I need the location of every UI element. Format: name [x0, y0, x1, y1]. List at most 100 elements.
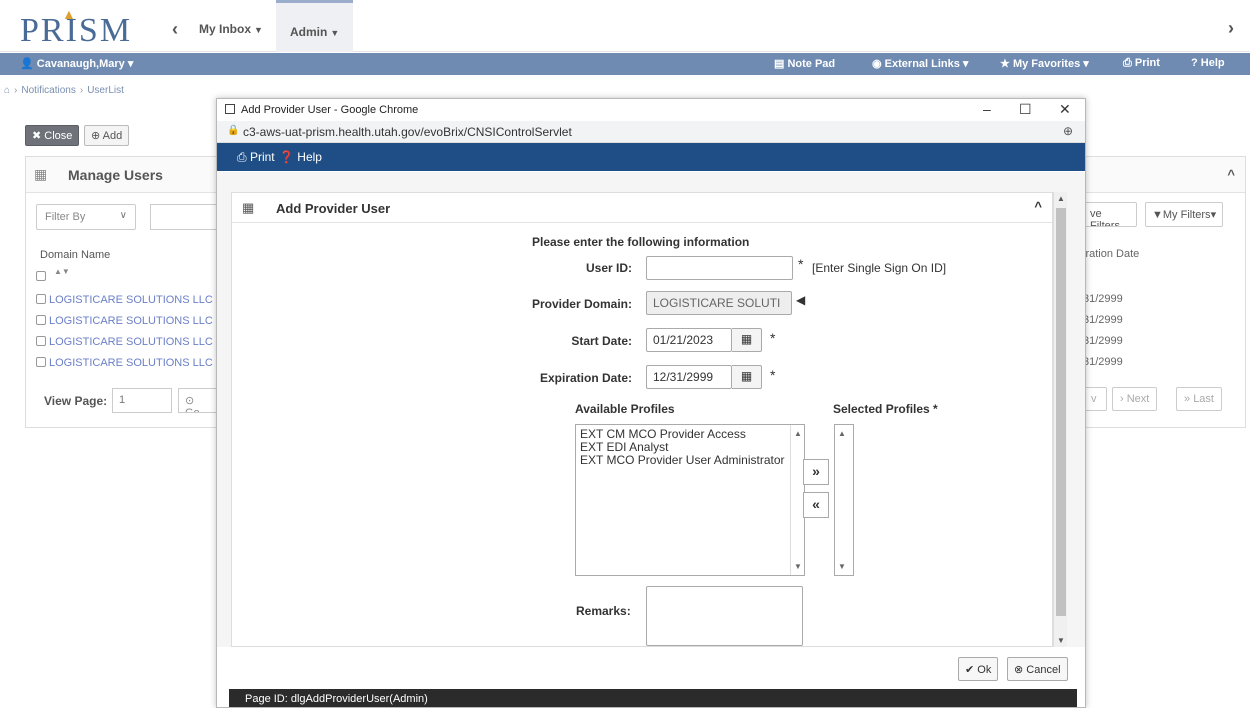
prev-page-button[interactable]: v: [1083, 387, 1107, 411]
user-menu[interactable]: 👤 Cavanaugh,Mary ▾: [20, 57, 133, 70]
popup-print-link[interactable]: ⎙ Print: [237, 150, 275, 165]
row-checkbox[interactable]: [36, 336, 46, 346]
row-expiration: 31/2999: [1083, 335, 1123, 347]
nav-my-inbox[interactable]: My Inbox ▼: [199, 22, 263, 36]
move-left-button[interactable]: «: [803, 492, 829, 518]
ok-label: Ok: [977, 664, 992, 676]
my-favorites-menu[interactable]: ★ My Favorites ▾: [1000, 57, 1089, 70]
lock-icon: 🔒: [227, 125, 240, 136]
selected-profiles-label: Selected Profiles: [833, 402, 930, 416]
profile-option[interactable]: EXT MCO Provider User Administrator: [580, 454, 800, 467]
row-domain-link[interactable]: LOGISTICARE SOLUTIONS LLC: [49, 336, 213, 348]
address-bar[interactable]: 🔒 c3-aws-uat-prism.health.utah.gov/evoBr…: [217, 121, 1085, 143]
print-link[interactable]: ⎙ Print: [1123, 57, 1160, 70]
cancel-button[interactable]: ⊗ Cancel: [1007, 657, 1068, 681]
sort-icon[interactable]: ▲▼: [54, 267, 70, 276]
page-id-footer: Page ID: dlgAddProviderUser(Admin): [229, 689, 1077, 707]
double-chevron-right-icon: »: [1184, 393, 1191, 405]
nav-forward-icon[interactable]: ›: [1228, 18, 1234, 39]
table-row[interactable]: LOGISTICARE SOLUTIONS LLC: [36, 357, 213, 369]
row-domain-link[interactable]: LOGISTICARE SOLUTIONS LLC: [49, 357, 213, 369]
row-expiration: 31/2999: [1083, 356, 1123, 368]
collapse-icon[interactable]: ^: [1034, 199, 1042, 214]
expiration-date-input[interactable]: 12/31/2999: [646, 365, 732, 389]
my-filters-button[interactable]: ▼My Filters▾: [1145, 202, 1224, 227]
chevron-right-icon: ›: [1120, 393, 1124, 405]
view-page-label: View Page:: [44, 394, 108, 408]
go-button[interactable]: ⊙ Go: [178, 388, 218, 413]
panel-scrollbar[interactable]: ▲ ▼: [1053, 192, 1067, 647]
table-row[interactable]: LOGISTICARE SOLUTIONS LLC: [36, 336, 213, 348]
row-checkbox[interactable]: [36, 357, 46, 367]
nav-admin[interactable]: Admin ▼: [276, 0, 354, 52]
external-links-menu[interactable]: ◉ External Links ▾: [872, 57, 968, 70]
required-asterisk: *: [798, 256, 804, 272]
select-all-checkbox[interactable]: [36, 271, 46, 281]
ok-button[interactable]: ✔ Ok: [958, 657, 999, 681]
table-row[interactable]: LOGISTICARE SOLUTIONS LLC: [36, 315, 213, 327]
add-button-label: Add: [102, 130, 123, 142]
window-close-icon[interactable]: ✕: [1059, 101, 1071, 118]
row-domain-link[interactable]: LOGISTICARE SOLUTIONS LLC: [49, 294, 213, 306]
add-provider-user-header: ▦ Add Provider User ^: [232, 193, 1052, 223]
provider-domain-value: LOGISTICARE SOLUTI: [653, 296, 781, 310]
caret-left-icon: ◀: [796, 293, 806, 307]
user-id-input[interactable]: [646, 256, 793, 280]
next-page-button[interactable]: › Next: [1112, 387, 1158, 411]
nav-admin-label: Admin: [290, 25, 328, 39]
my-filters-label: My Filters: [1162, 209, 1211, 221]
filter-by-select[interactable]: Filter By ∨: [36, 204, 136, 230]
collapse-icon[interactable]: ^: [1227, 167, 1235, 182]
add-button[interactable]: ⊕ Add: [84, 125, 130, 146]
print-icon: ⎙: [237, 150, 247, 164]
list-scrollbar[interactable]: ▲ ▼: [790, 425, 804, 575]
breadcrumb-notifications[interactable]: Notifications: [21, 85, 75, 96]
row-checkbox[interactable]: [36, 294, 46, 304]
note-pad-link[interactable]: ▤ Note Pad: [774, 57, 835, 70]
url-text[interactable]: c3-aws-uat-prism.health.utah.gov/evoBrix…: [243, 125, 572, 139]
start-date-input[interactable]: 01/21/2023: [646, 328, 732, 352]
nav-back-icon[interactable]: ‹: [172, 19, 178, 40]
close-icon: ✖: [32, 130, 42, 142]
save-filters-button[interactable]: ve Filters: [1083, 202, 1137, 227]
window-title-bar[interactable]: Add Provider User - Google Chrome – ☐ ✕: [217, 99, 1085, 121]
scrollbar-thumb[interactable]: [1056, 208, 1066, 616]
popup-toolbar: ⎙ Print ❓ Help: [217, 143, 1085, 171]
prism-logo[interactable]: ▲ PRISM: [18, 6, 130, 49]
breadcrumb-userlist[interactable]: UserList: [87, 85, 124, 96]
row-domain-link[interactable]: LOGISTICARE SOLUTIONS LLC: [49, 315, 213, 327]
zoom-icon[interactable]: ⊕: [1063, 124, 1073, 138]
column-expiration-date[interactable]: iration Date: [1083, 248, 1139, 260]
manage-users-title: Manage Users: [68, 167, 163, 183]
calendar-icon[interactable]: ▦: [732, 328, 762, 352]
home-icon[interactable]: ⌂: [4, 85, 10, 96]
popup-body: ▦ Add Provider User ^ Please enter the f…: [217, 172, 1085, 647]
popup-help-link[interactable]: ❓ Help: [279, 150, 322, 164]
table-row[interactable]: LOGISTICARE SOLUTIONS LLC: [36, 294, 213, 306]
column-domain-name[interactable]: Domain Name: [40, 249, 110, 261]
maximize-icon[interactable]: ☐: [1019, 101, 1032, 118]
move-right-button[interactable]: »: [803, 459, 829, 485]
provider-domain-select[interactable]: LOGISTICARE SOLUTI: [646, 291, 792, 315]
available-profiles-list[interactable]: EXT CM MCO Provider Access EXT EDI Analy…: [575, 424, 805, 576]
help-icon: ❓: [279, 150, 294, 164]
globe-icon: ◉: [872, 58, 882, 70]
cancel-icon: ⊗: [1014, 664, 1024, 676]
note-pad-label: Note Pad: [787, 58, 836, 70]
minimize-icon[interactable]: –: [983, 101, 991, 117]
list-scrollbar[interactable]: ▲ ▼: [835, 425, 853, 575]
view-page-input[interactable]: 1: [112, 388, 172, 413]
user-id-label: User ID:: [585, 261, 632, 275]
remarks-textarea[interactable]: [646, 586, 803, 646]
last-page-button[interactable]: » Last: [1176, 387, 1222, 411]
row-checkbox[interactable]: [36, 315, 46, 325]
selected-profiles-list[interactable]: ▲ ▼: [834, 424, 854, 576]
chevron-down-icon: ∨: [119, 210, 127, 221]
calendar-icon[interactable]: ▦: [732, 365, 762, 389]
help-link[interactable]: ? Help: [1191, 57, 1225, 69]
grid-icon: ▦: [34, 166, 48, 182]
nav-my-inbox-label: My Inbox: [199, 22, 252, 36]
close-button[interactable]: ✖ Close: [25, 125, 80, 146]
filter-value-input[interactable]: [150, 204, 220, 230]
required-asterisk: *: [770, 330, 776, 346]
